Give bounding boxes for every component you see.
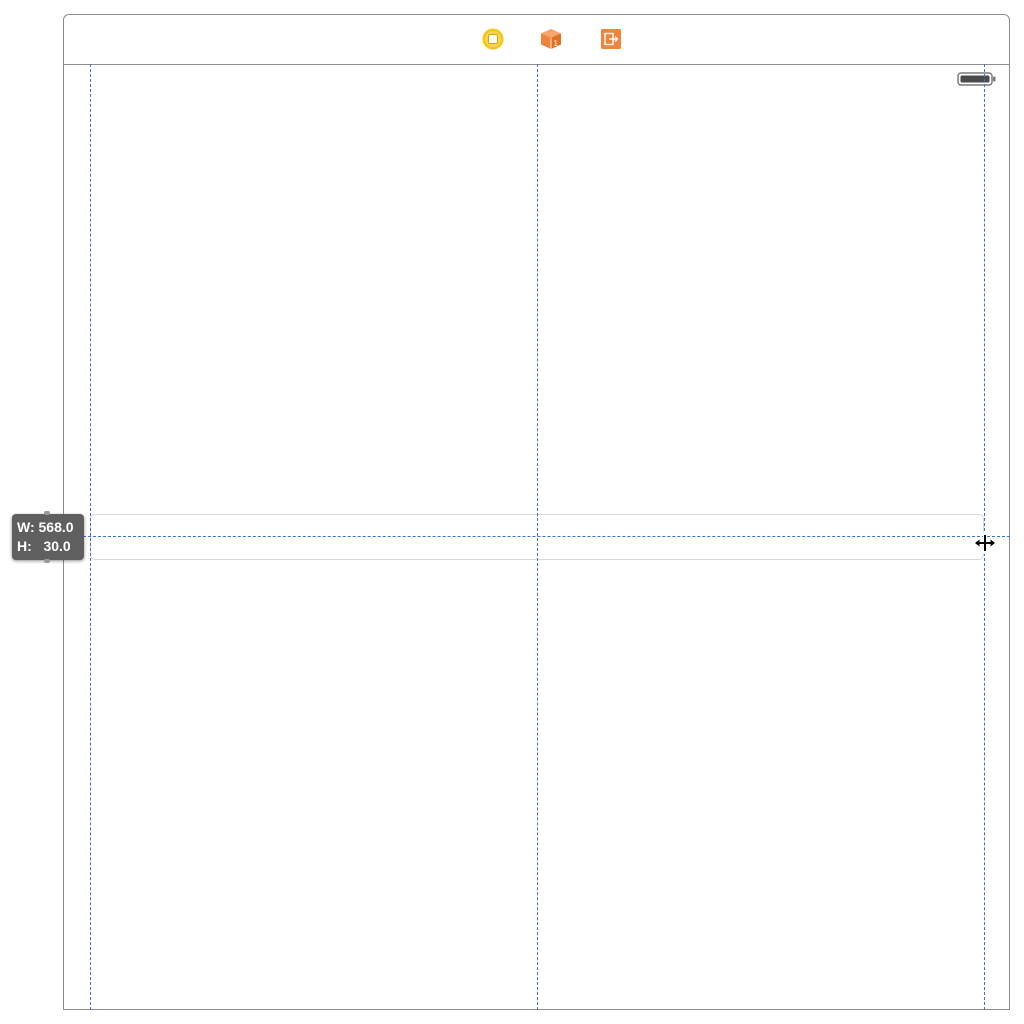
height-row: H: 30.0	[17, 537, 84, 556]
width-row: W: 568.0	[17, 518, 84, 537]
first-responder-cube-icon[interactable]: 1	[540, 28, 562, 50]
scene-dock: 1	[64, 15, 1009, 65]
size-tooltip: W: 568.0 H: 30.0	[12, 511, 84, 563]
guide-horizontal	[63, 536, 1010, 537]
view-controller-icon[interactable]	[482, 28, 504, 50]
height-value: 30.0	[43, 538, 71, 554]
tooltip-handle-bottom	[44, 559, 50, 563]
guide-left	[90, 64, 91, 1010]
width-label: W:	[17, 519, 35, 535]
width-value: 568.0	[38, 519, 74, 535]
guide-center	[537, 64, 538, 1010]
svg-text:1: 1	[554, 39, 559, 48]
resize-horizontal-cursor-icon	[972, 530, 998, 556]
height-label: H:	[17, 538, 32, 554]
exit-icon[interactable]	[600, 28, 622, 50]
tooltip-handle-top	[44, 511, 50, 515]
battery-icon	[957, 71, 997, 87]
